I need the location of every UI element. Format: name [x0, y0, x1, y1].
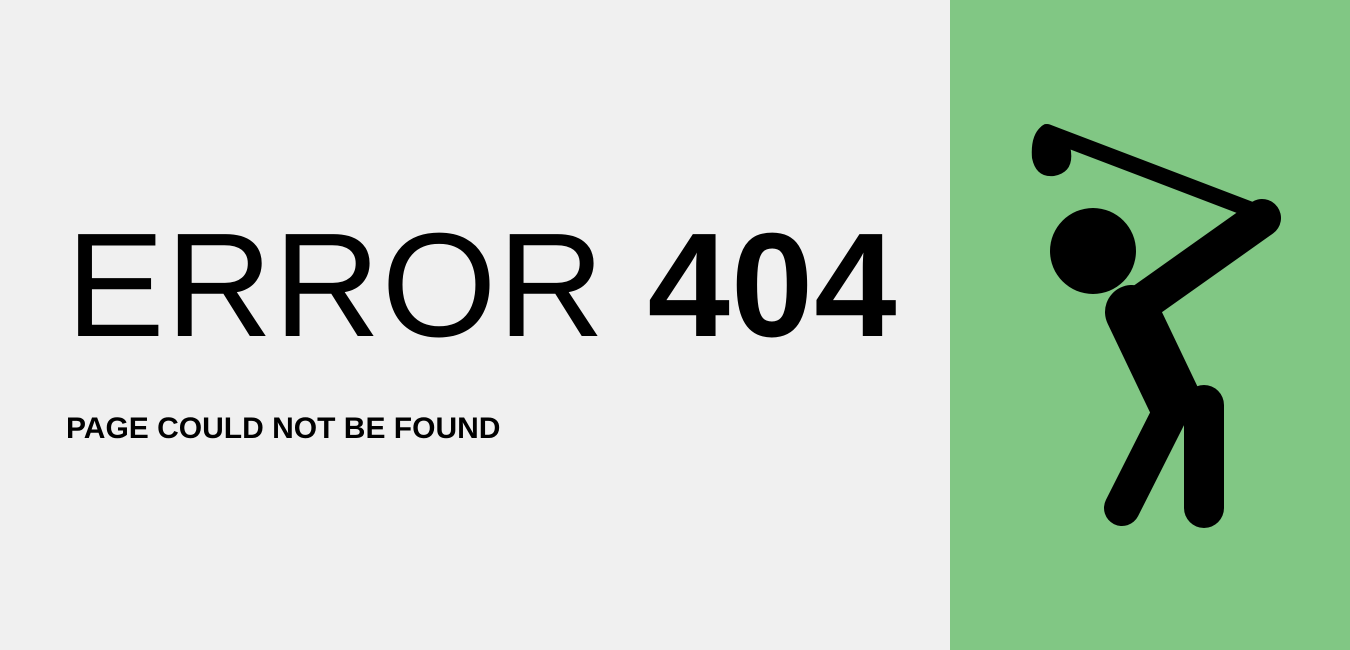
error-page: ERROR 404 PAGE COULD NOT BE FOUND — [0, 0, 1350, 650]
error-word: ERROR — [66, 203, 606, 368]
message-panel: ERROR 404 PAGE COULD NOT BE FOUND — [0, 0, 950, 650]
golfer-icon — [1031, 124, 1281, 528]
illustration-panel — [950, 0, 1350, 650]
error-title: ERROR 404 — [66, 212, 898, 360]
error-code: 404 — [647, 203, 898, 368]
error-message: PAGE COULD NOT BE FOUND — [66, 412, 501, 445]
